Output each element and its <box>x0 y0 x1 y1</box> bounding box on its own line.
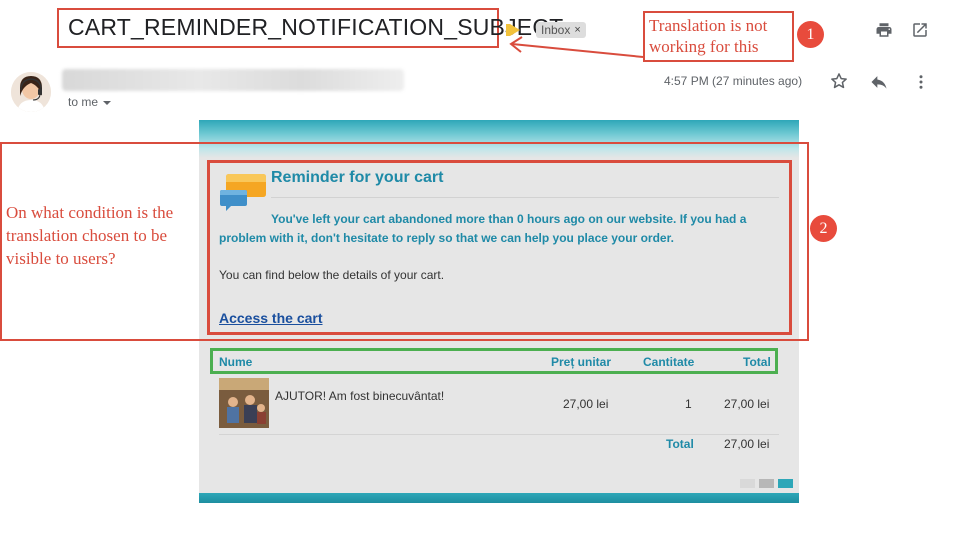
column-header-total: Total <box>743 355 771 369</box>
footer-swatch-grey <box>759 479 774 488</box>
table-divider <box>219 434 779 435</box>
product-unit-price: 27,00 lei <box>563 397 609 411</box>
column-header-quantity: Cantitate <box>643 355 695 369</box>
annotation-arrow <box>509 36 644 58</box>
chat-bubbles-icon <box>219 172 267 214</box>
annotation-note-2: On what condition is the translation cho… <box>6 203 174 268</box>
product-quantity: 1 <box>685 397 692 411</box>
open-in-new-window-icon[interactable] <box>911 21 929 44</box>
reply-icon[interactable] <box>869 72 889 97</box>
reminder-title: Reminder for your cart <box>271 169 444 186</box>
star-icon[interactable] <box>829 71 849 96</box>
product-name: AJUTOR! Am fost binecuvântat! <box>275 389 445 403</box>
email-footer-bar <box>199 493 799 503</box>
column-header-name: Nume <box>219 355 253 369</box>
cart-total-value: 27,00 lei <box>724 437 770 451</box>
annotation-note-1: Translation is not working for this <box>649 16 768 56</box>
product-total: 27,00 lei <box>724 397 770 411</box>
annotation-badge-2: 2 <box>810 215 837 242</box>
print-icon[interactable] <box>875 21 893 44</box>
reminder-message: You've left your cart abandoned more tha… <box>219 212 747 245</box>
recipient-text: to me <box>68 95 99 109</box>
cart-details-text: You can find below the details of your c… <box>219 268 445 282</box>
product-thumbnail[interactable] <box>219 378 269 428</box>
footer-swatch-teal <box>778 479 793 488</box>
recipient-summary[interactable]: to me <box>68 95 112 109</box>
access-cart-link[interactable]: Access the cart <box>219 310 323 326</box>
sender-avatar[interactable] <box>11 72 51 112</box>
more-vertical-icon[interactable] <box>912 72 930 97</box>
annotation-badge-1: 1 <box>797 21 824 48</box>
email-subject: CART_REMINDER_NOTIFICATION_SUBJECT <box>68 14 564 40</box>
title-divider <box>271 197 779 198</box>
cart-total-label: Total <box>666 437 694 451</box>
email-timestamp: 4:57 PM (27 minutes ago) <box>664 74 803 88</box>
chevron-down-icon[interactable] <box>103 100 112 105</box>
footer-swatch-light <box>740 479 755 488</box>
column-header-unit-price: Preț unitar <box>551 355 612 369</box>
sender-name-redacted[interactable] <box>62 69 404 91</box>
